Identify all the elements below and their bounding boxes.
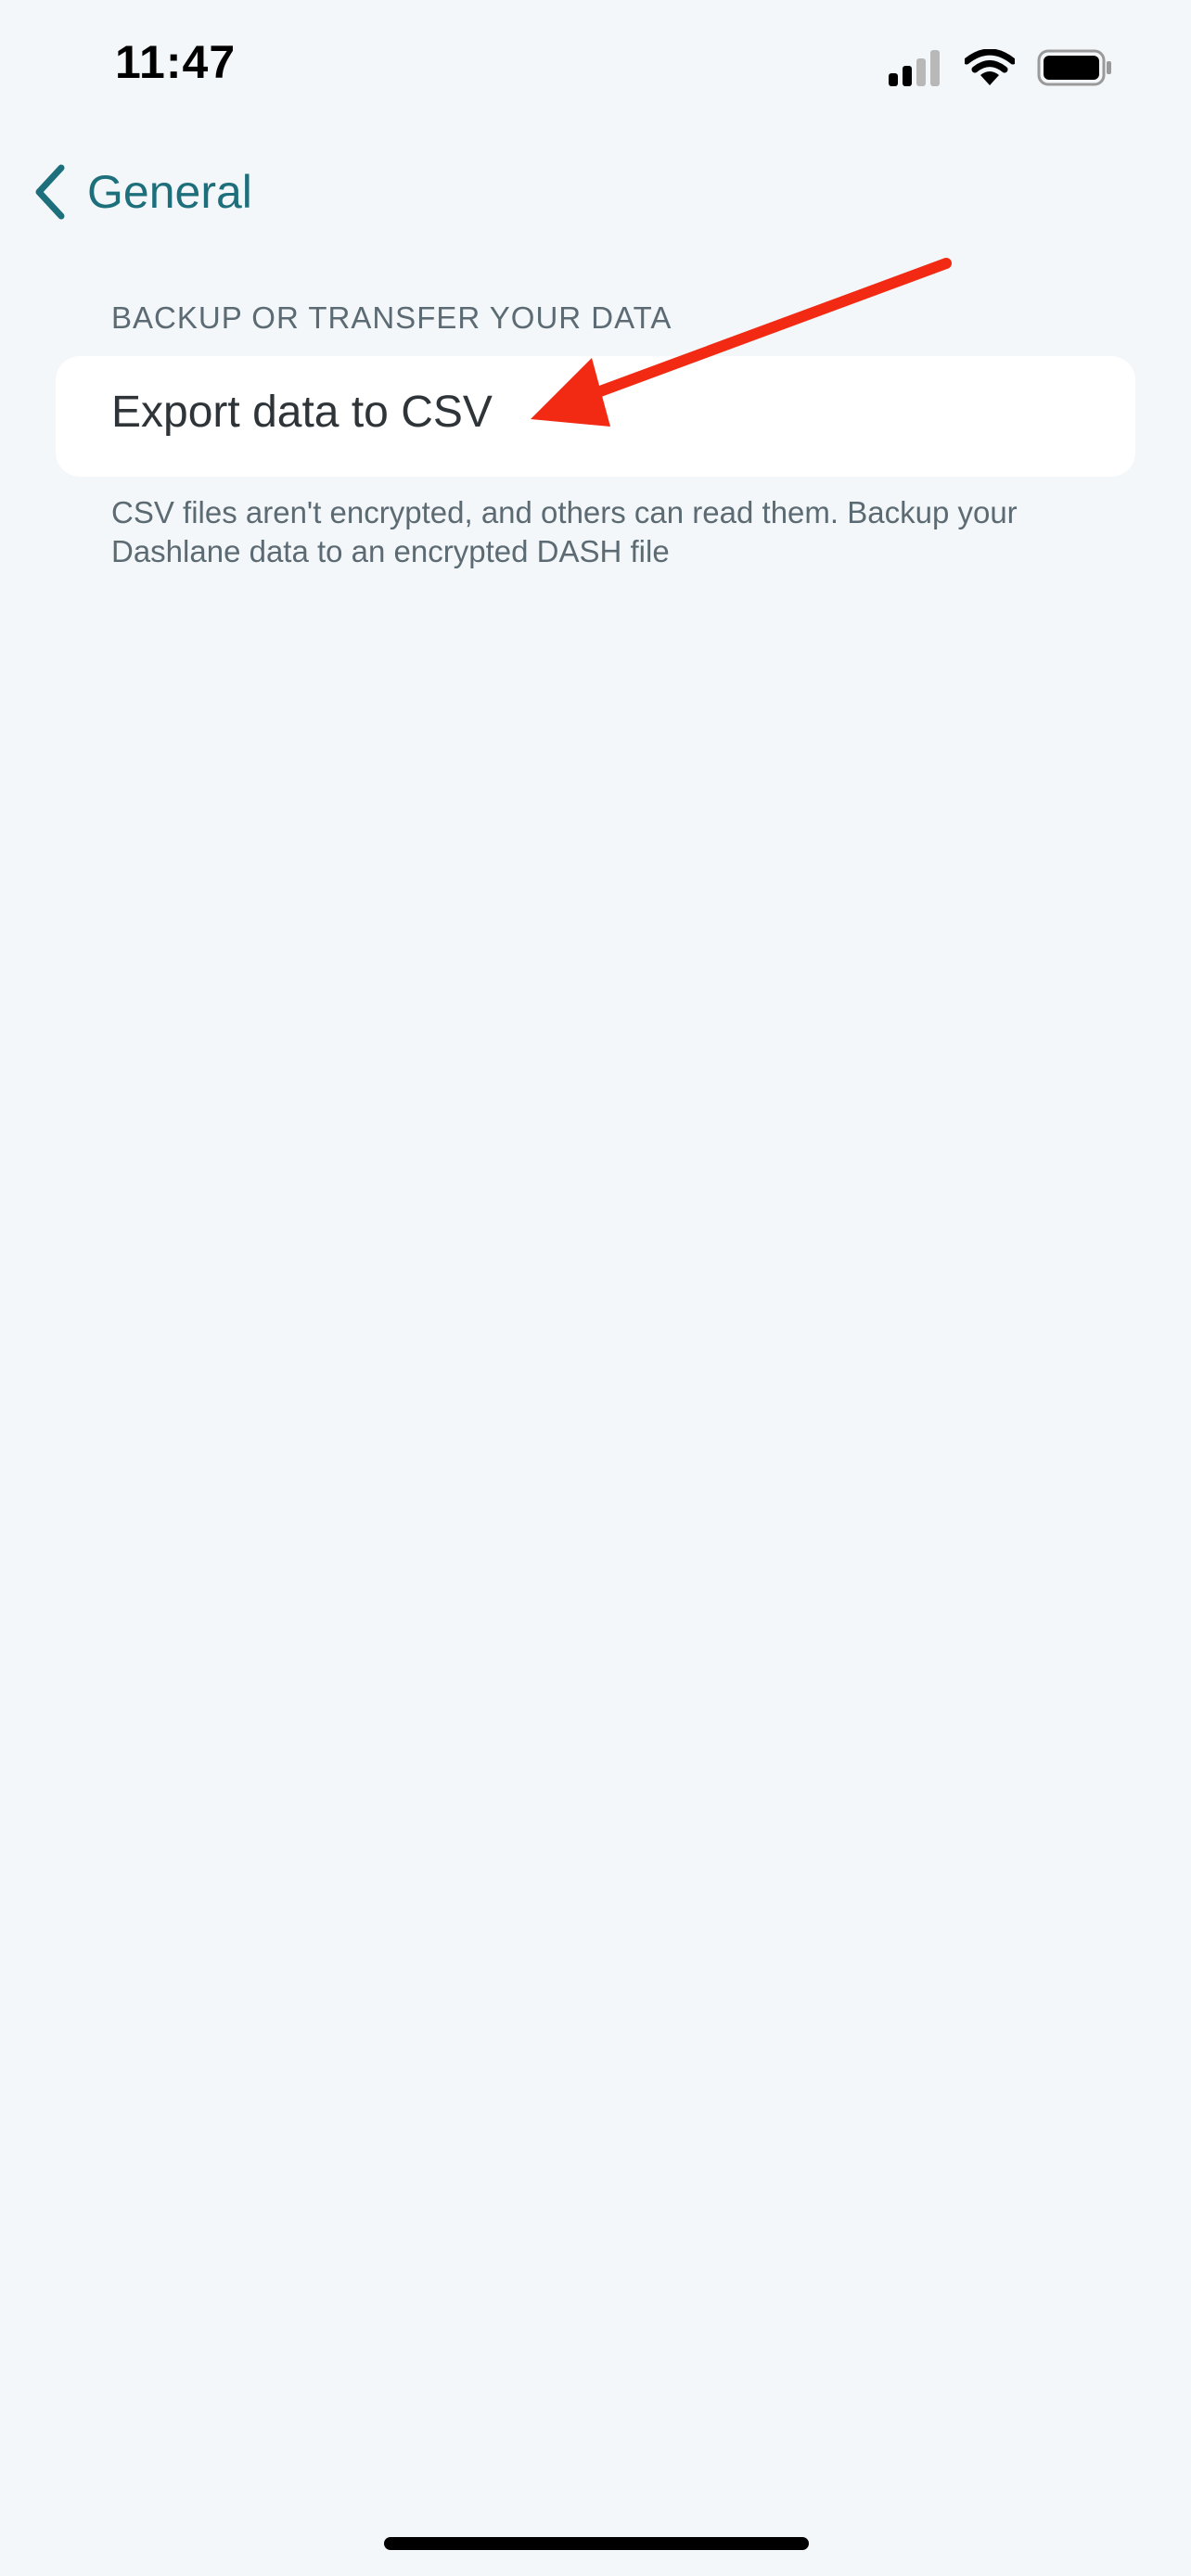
signal-icon — [889, 50, 940, 86]
status-time: 11:47 — [115, 36, 237, 88]
back-button-label: General — [87, 166, 252, 218]
section-header: BACKUP OR TRANSFER YOUR DATA — [111, 300, 672, 335]
status-icons — [889, 46, 1113, 89]
section-footer-note: CSV files aren't encrypted, and others c… — [111, 495, 1018, 568]
wifi-icon — [965, 49, 1015, 85]
chevron-left-icon — [35, 164, 65, 220]
export-csv-label: Export data to CSV — [111, 388, 493, 437]
battery-icon — [1037, 49, 1111, 86]
export-csv-button[interactable]: Export data to CSV — [56, 356, 1135, 477]
home-indicator[interactable] — [384, 2537, 809, 2550]
back-button[interactable]: General — [33, 158, 252, 226]
